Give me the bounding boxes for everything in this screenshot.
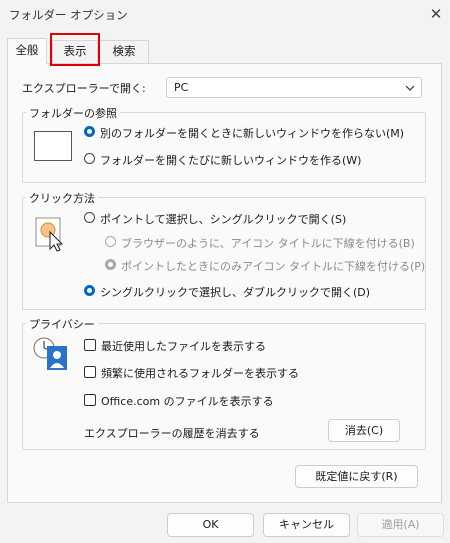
checkbox-frequent-folders[interactable] — [84, 366, 96, 378]
open-explorer-label: エクスプローラーで開く: — [22, 82, 146, 95]
chevron-down-icon — [405, 85, 415, 91]
open-explorer-value: PC — [174, 81, 189, 94]
general-tab-panel: エクスプローラーで開く: PC フォルダーの参照 別のフォルダーを開くときに新し… — [7, 63, 442, 503]
privacy-icon — [33, 337, 67, 370]
radio-underline-always — [105, 236, 116, 247]
radio-new-window-label[interactable]: フォルダーを開くたびに新しいウィンドウを作る(W) — [100, 152, 361, 168]
radio-underline-hover — [105, 259, 116, 270]
radio-new-window[interactable] — [84, 153, 95, 164]
checkbox-recent-files-label[interactable]: 最近使用したファイルを表示する — [101, 338, 266, 354]
radio-single-click[interactable] — [84, 212, 95, 223]
privacy-legend: プライバシー — [26, 316, 98, 332]
cancel-button[interactable]: キャンセル — [263, 513, 350, 537]
restore-defaults-button[interactable]: 既定値に戻す(R) — [295, 465, 418, 488]
title-bar: フォルダー オプション ✕ — [0, 0, 450, 30]
radio-single-click-label[interactable]: ポイントして選択し、シングルクリックで開く(S) — [100, 211, 346, 227]
checkbox-office-files[interactable] — [84, 394, 96, 406]
close-icon[interactable]: ✕ — [427, 5, 445, 23]
click-method-legend: クリック方法 — [26, 190, 98, 206]
clear-history-button[interactable]: 消去(C) — [328, 419, 400, 442]
ok-button[interactable]: OK — [167, 513, 254, 537]
apply-button[interactable]: 適用(A) — [357, 513, 444, 537]
tab-view[interactable]: 表示 — [52, 40, 98, 63]
folder-browsing-group — [22, 112, 426, 183]
checkbox-frequent-folders-label[interactable]: 頻繁に使用されるフォルダーを表示する — [101, 365, 299, 381]
radio-underline-hover-label: ポイントしたときにのみアイコン タイトルに下線を付ける(P) — [121, 260, 426, 273]
tab-general[interactable]: 全般 — [7, 38, 47, 64]
folder-browsing-legend: フォルダーの参照 — [26, 105, 120, 121]
tab-search[interactable]: 検索 — [99, 40, 149, 63]
radio-double-click-label[interactable]: シングルクリックで選択し、ダブルクリックで開く(D) — [100, 284, 370, 300]
radio-double-click[interactable] — [84, 285, 95, 296]
checkbox-office-files-label[interactable]: Office.com のファイルを表示する — [101, 393, 274, 409]
window-title: フォルダー オプション — [9, 8, 128, 22]
radio-same-window[interactable] — [84, 126, 95, 137]
clear-history-label: エクスプローラーの履歴を消去する — [84, 427, 260, 440]
checkbox-recent-files[interactable] — [84, 339, 96, 351]
window-icon — [34, 131, 72, 161]
open-explorer-select[interactable]: PC — [166, 77, 422, 98]
pointer-click-icon — [35, 217, 64, 252]
radio-same-window-label[interactable]: 別のフォルダーを開くときに新しいウィンドウを作らない(M) — [100, 125, 404, 141]
radio-underline-always-label: ブラウザーのように、アイコン タイトルに下線を付ける(B) — [121, 237, 415, 250]
